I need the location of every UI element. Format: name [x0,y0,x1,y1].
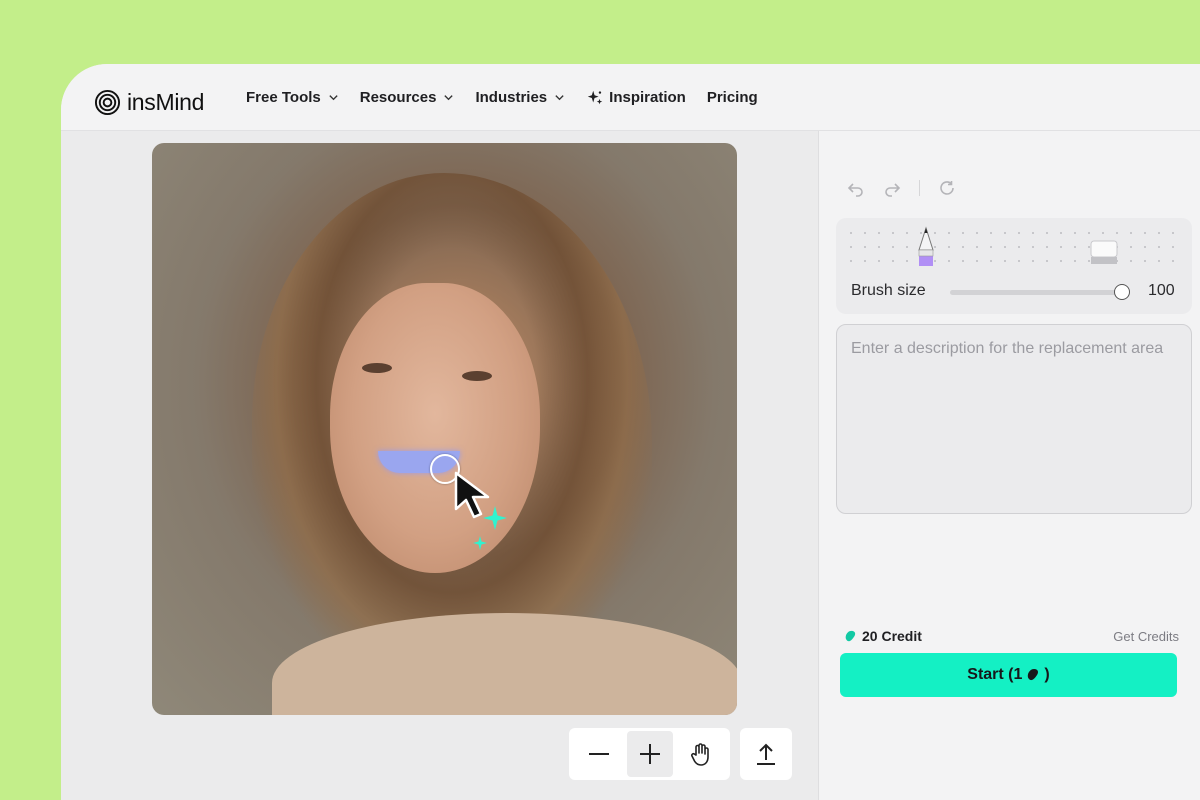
canvas-area [61,131,818,800]
credit-count: 20 Credit [862,628,922,644]
sparkle-icon [473,536,487,550]
upload-icon [757,743,775,765]
start-button[interactable]: Start (1 ) [840,653,1177,697]
chevron-down-icon [329,95,338,101]
nav-inspiration[interactable]: Inspiration [586,89,686,107]
brush-size-handle[interactable] [1114,284,1130,300]
start-button-suffix: ) [1044,666,1050,683]
brush-size-track[interactable] [950,290,1122,295]
nav-industries[interactable]: Industries [475,89,565,106]
hand-tool-button[interactable] [678,731,724,777]
get-credits-link[interactable]: Get Credits [1113,629,1179,644]
credit-row: 20 Credit Get Credits [844,628,1179,644]
sparkle-icon [587,90,603,104]
photo-face [330,283,540,573]
brush-dot-grid [844,226,1184,266]
nav-resources-label: Resources [359,89,437,106]
brand-logo[interactable]: insMind [94,89,204,116]
credit-balance: 20 Credit [844,628,922,644]
chevron-down-icon [555,95,564,101]
photo-eye-left [362,363,392,373]
top-navigation-bar: insMind Free Tools Resources Industries [61,64,1200,131]
zoom-in-icon [639,744,660,764]
portrait-photo[interactable] [152,143,737,715]
zoom-out-button[interactable] [576,731,622,777]
history-controls [847,179,956,197]
sparkle-icon [483,506,507,530]
nav-inspiration-label: Inspiration [609,89,686,106]
credit-bean-icon [845,630,856,641]
description-box [836,324,1192,514]
eraser-icon[interactable] [1090,240,1118,266]
nav-free-tools-label: Free Tools [246,89,321,106]
nav-pricing[interactable]: Pricing [707,89,758,106]
credit-bean-icon [1028,669,1039,681]
nav-industries-label: Industries [475,89,548,106]
start-button-label: Start (1 [967,666,1023,683]
edit-panel: Brush size 100 20 Credit Get Credits Sta… [818,131,1200,800]
zoom-out-icon [588,753,609,755]
description-input[interactable] [851,337,1177,501]
logo-icon [94,89,121,116]
brand-name: insMind [127,89,205,115]
pencil-icon[interactable] [916,226,936,268]
brush-size-label: Brush size [851,282,926,299]
app-window: insMind Free Tools Resources Industries [61,64,1200,800]
zoom-in-button[interactable] [626,731,673,777]
zoom-toolbar [569,728,730,780]
export-button[interactable] [740,728,792,780]
undo-icon[interactable] [847,179,865,197]
reset-icon[interactable] [938,179,956,197]
hand-icon [690,743,709,766]
nav-free-tools[interactable]: Free Tools [246,89,339,106]
history-divider [919,180,920,196]
nav-resources[interactable]: Resources [360,89,455,106]
main-nav: Free Tools Resources Industries Inspirat… [246,64,779,131]
chevron-down-icon [444,95,454,101]
redo-icon[interactable] [883,179,901,197]
brush-settings: Brush size 100 [836,218,1192,314]
brush-size-value: 100 [1148,282,1175,299]
nav-pricing-label: Pricing [706,89,758,106]
photo-eye-right [462,371,492,381]
